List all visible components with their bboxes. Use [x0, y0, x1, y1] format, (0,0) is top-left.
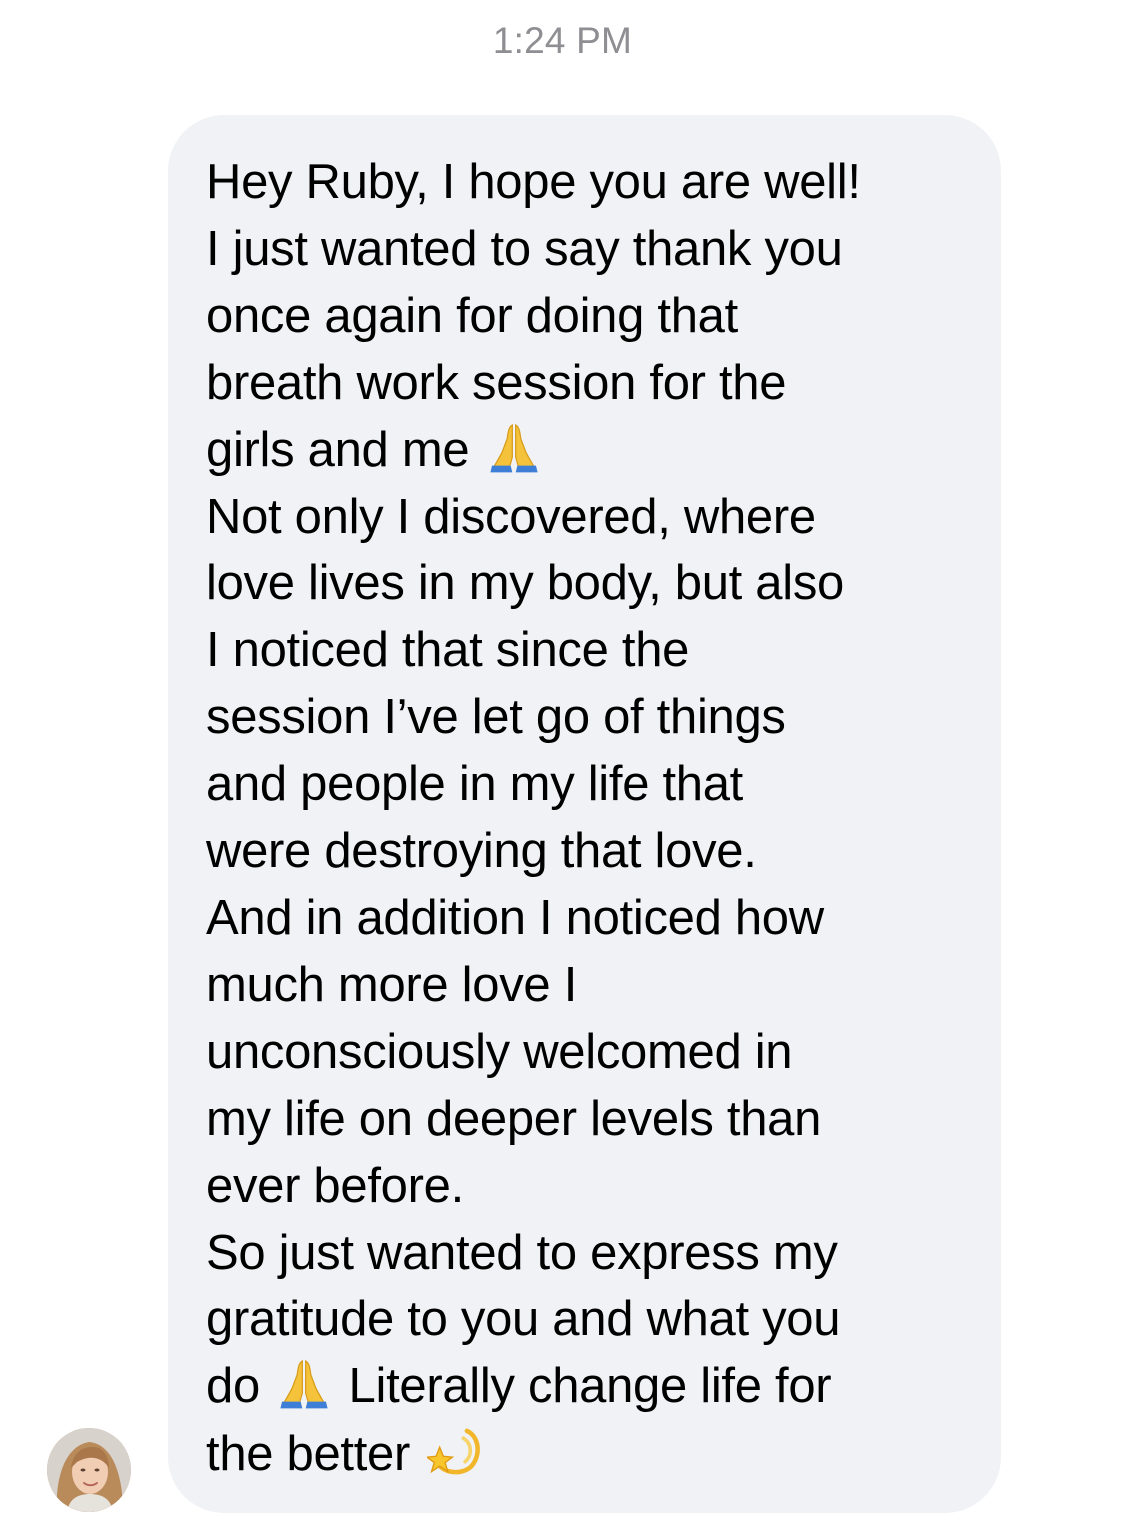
folded-hands-icon: [277, 1356, 331, 1410]
message-line: I noticed that since the: [206, 623, 690, 678]
message-line: love lives in my body, but also: [206, 556, 844, 611]
message-line: were destroying that love.: [206, 824, 757, 879]
avatar-photo: [47, 1428, 131, 1512]
message-line: session I’ve let go of things: [206, 690, 786, 745]
sender-avatar[interactable]: [47, 1428, 131, 1512]
message-line: Not only I discovered, where: [206, 489, 816, 544]
message-line: So just wanted to express my: [206, 1225, 838, 1280]
message-line: And in addition I noticed how: [206, 890, 824, 945]
message-line: do Literally change life for: [206, 1353, 971, 1420]
message-line: and people in my life that: [206, 757, 743, 812]
message-line: breath work session for the: [206, 355, 787, 410]
message-line: Hey Ruby, I hope you are well!: [206, 155, 861, 209]
message-line: gratitude to you and what you: [206, 1292, 841, 1347]
message-line: my life on deeper levels than: [206, 1091, 822, 1146]
message-line: I just wanted to say thank you: [206, 221, 843, 276]
message-line-text: the better: [206, 1427, 424, 1482]
message-line: girls and me: [206, 417, 971, 484]
dizzy-star-icon: [425, 1420, 481, 1475]
message-line-text: do: [206, 1359, 274, 1414]
message-line-text: Literally change life for: [335, 1359, 832, 1414]
message-line: unconsciously welcomed in: [206, 1024, 793, 1079]
message-timestamp: 1:24 PM: [492, 20, 633, 61]
folded-hands-icon: [487, 420, 541, 474]
message-line: ever before.: [206, 1158, 464, 1213]
message-line-text: girls and me: [206, 422, 483, 477]
message-text: Hey Ruby, I hope you are well! I just wa…: [206, 149, 971, 1488]
received-message-bubble[interactable]: Hey Ruby, I hope you are well! I just wa…: [168, 115, 1001, 1513]
message-line: once again for doing that: [206, 288, 738, 343]
message-line: much more love I: [206, 957, 578, 1012]
message-line: the better: [206, 1420, 971, 1488]
